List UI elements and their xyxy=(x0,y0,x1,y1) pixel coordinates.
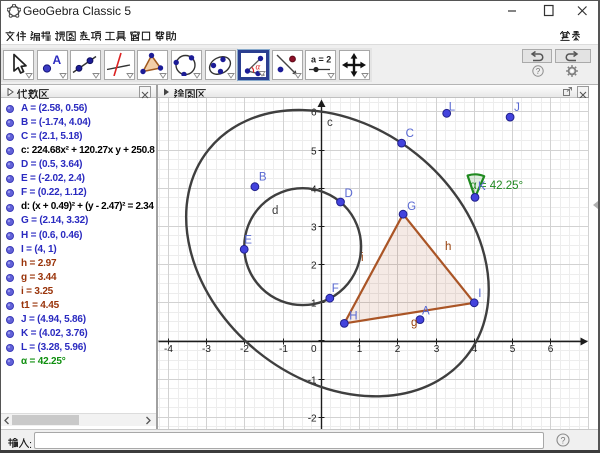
svg-text:1: 1 xyxy=(357,344,363,355)
svg-text:6: 6 xyxy=(548,344,554,355)
svg-text:g: g xyxy=(411,317,417,329)
svg-text:-3: -3 xyxy=(202,344,211,355)
svg-text:E: E xyxy=(244,234,252,246)
svg-text:i: i xyxy=(361,252,364,264)
svg-text:c: c xyxy=(327,117,333,129)
svg-text:2: 2 xyxy=(311,260,317,271)
svg-text:A: A xyxy=(52,53,61,67)
svg-text:-2: -2 xyxy=(240,344,249,355)
svg-text:F: F xyxy=(332,283,339,295)
svg-text:G: G xyxy=(407,201,416,213)
svg-text:-4: -4 xyxy=(164,344,173,355)
svg-text:6: 6 xyxy=(311,107,317,118)
svg-text:A: A xyxy=(422,306,430,318)
svg-text:d: d xyxy=(272,205,278,217)
svg-text:a = 2: a = 2 xyxy=(311,55,331,65)
svg-text:3: 3 xyxy=(311,222,317,233)
svg-text:h: h xyxy=(445,241,451,253)
svg-text:5: 5 xyxy=(510,344,516,355)
svg-text:?: ? xyxy=(536,67,541,76)
svg-text:H: H xyxy=(349,310,357,322)
svg-text:?: ? xyxy=(560,435,565,445)
svg-text:B: B xyxy=(259,172,267,184)
svg-text:3: 3 xyxy=(434,344,440,355)
svg-text:L: L xyxy=(449,101,456,113)
svg-text:-2: -2 xyxy=(308,413,317,424)
svg-text:D: D xyxy=(345,188,353,200)
svg-text:K: K xyxy=(478,181,486,193)
svg-text:I: I xyxy=(478,288,481,300)
svg-text:J: J xyxy=(514,102,520,114)
svg-text:5: 5 xyxy=(311,146,317,157)
svg-text:C: C xyxy=(406,128,414,140)
svg-text:0: 0 xyxy=(311,344,317,355)
svg-text:2: 2 xyxy=(395,344,401,355)
svg-text:-1: -1 xyxy=(279,344,288,355)
